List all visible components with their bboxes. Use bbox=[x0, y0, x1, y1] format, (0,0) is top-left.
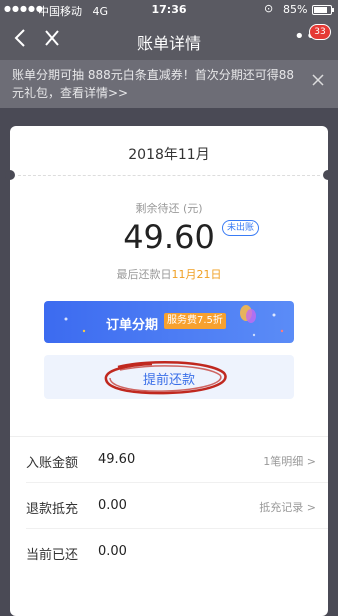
card-notch bbox=[5, 170, 15, 180]
detail-row: 当前已还 0.00 bbox=[10, 529, 328, 575]
detail-key: 退款抵充 bbox=[26, 502, 79, 517]
battery-percent: 85% bbox=[283, 3, 308, 16]
due-date-line: 最后还款日11月21日 bbox=[10, 266, 328, 282]
fee-discount-badge: 服务费7.5折 bbox=[164, 313, 226, 329]
due-date-label: 最后还款日 bbox=[116, 268, 172, 281]
card-notch bbox=[323, 170, 333, 180]
due-date-value: 11月21日 bbox=[171, 268, 222, 281]
page-title: 账单详情 bbox=[136, 34, 201, 53]
installment-button[interactable]: 订单分期 服务费7.5折 bbox=[44, 301, 294, 343]
bill-card: 2018年11月 剩余待还 (元) 49.60 未出账 最后还款日11月21日 … bbox=[5, 126, 333, 616]
detail-row[interactable]: 退款抵充 0.00 抵充记录 > bbox=[10, 483, 328, 529]
nav-bar: 账单详情 ••• 33 bbox=[0, 20, 338, 60]
installment-label: 订单分期 bbox=[106, 318, 159, 333]
battery-icon bbox=[312, 5, 334, 15]
notification-badge: 33 bbox=[309, 24, 331, 40]
promo-notice[interactable]: 账单分期可抽 888元白条直减券！首次分期还可得88元礼包，查看详情>> bbox=[0, 60, 338, 108]
status-bar: ●●●●● 中国移动 4G 17:36 ⊙ 85% bbox=[0, 0, 338, 20]
detail-link[interactable]: 1笔明细 > bbox=[263, 453, 316, 469]
detail-key: 当前已还 bbox=[26, 548, 79, 563]
prepay-button[interactable]: 提前还款 bbox=[44, 355, 294, 399]
detail-link[interactable]: 抵充记录 > bbox=[259, 499, 316, 515]
remaining-amount: 49.60 bbox=[123, 218, 215, 256]
detail-key: 入账金额 bbox=[26, 456, 79, 471]
bill-month: 2018年11月 bbox=[128, 147, 210, 163]
detail-value: 0.00 bbox=[98, 498, 127, 513]
close-icon[interactable] bbox=[312, 74, 324, 90]
prepay-label: 提前还款 bbox=[142, 373, 195, 388]
status-badge: 未出账 bbox=[222, 220, 260, 236]
detail-row[interactable]: 入账金额 49.60 1笔明细 > bbox=[10, 437, 328, 483]
remaining-label: 剩余待还 (元) bbox=[135, 202, 203, 215]
promo-notice-text[interactable]: 账单分期可抽 888元白条直减券！首次分期还可得88元礼包，查看详情>> bbox=[12, 66, 302, 102]
detail-value: 49.60 bbox=[98, 452, 136, 467]
divider bbox=[18, 175, 320, 176]
detail-value: 0.00 bbox=[98, 544, 127, 559]
rotation-lock-icon: ⊙ bbox=[264, 2, 274, 15]
